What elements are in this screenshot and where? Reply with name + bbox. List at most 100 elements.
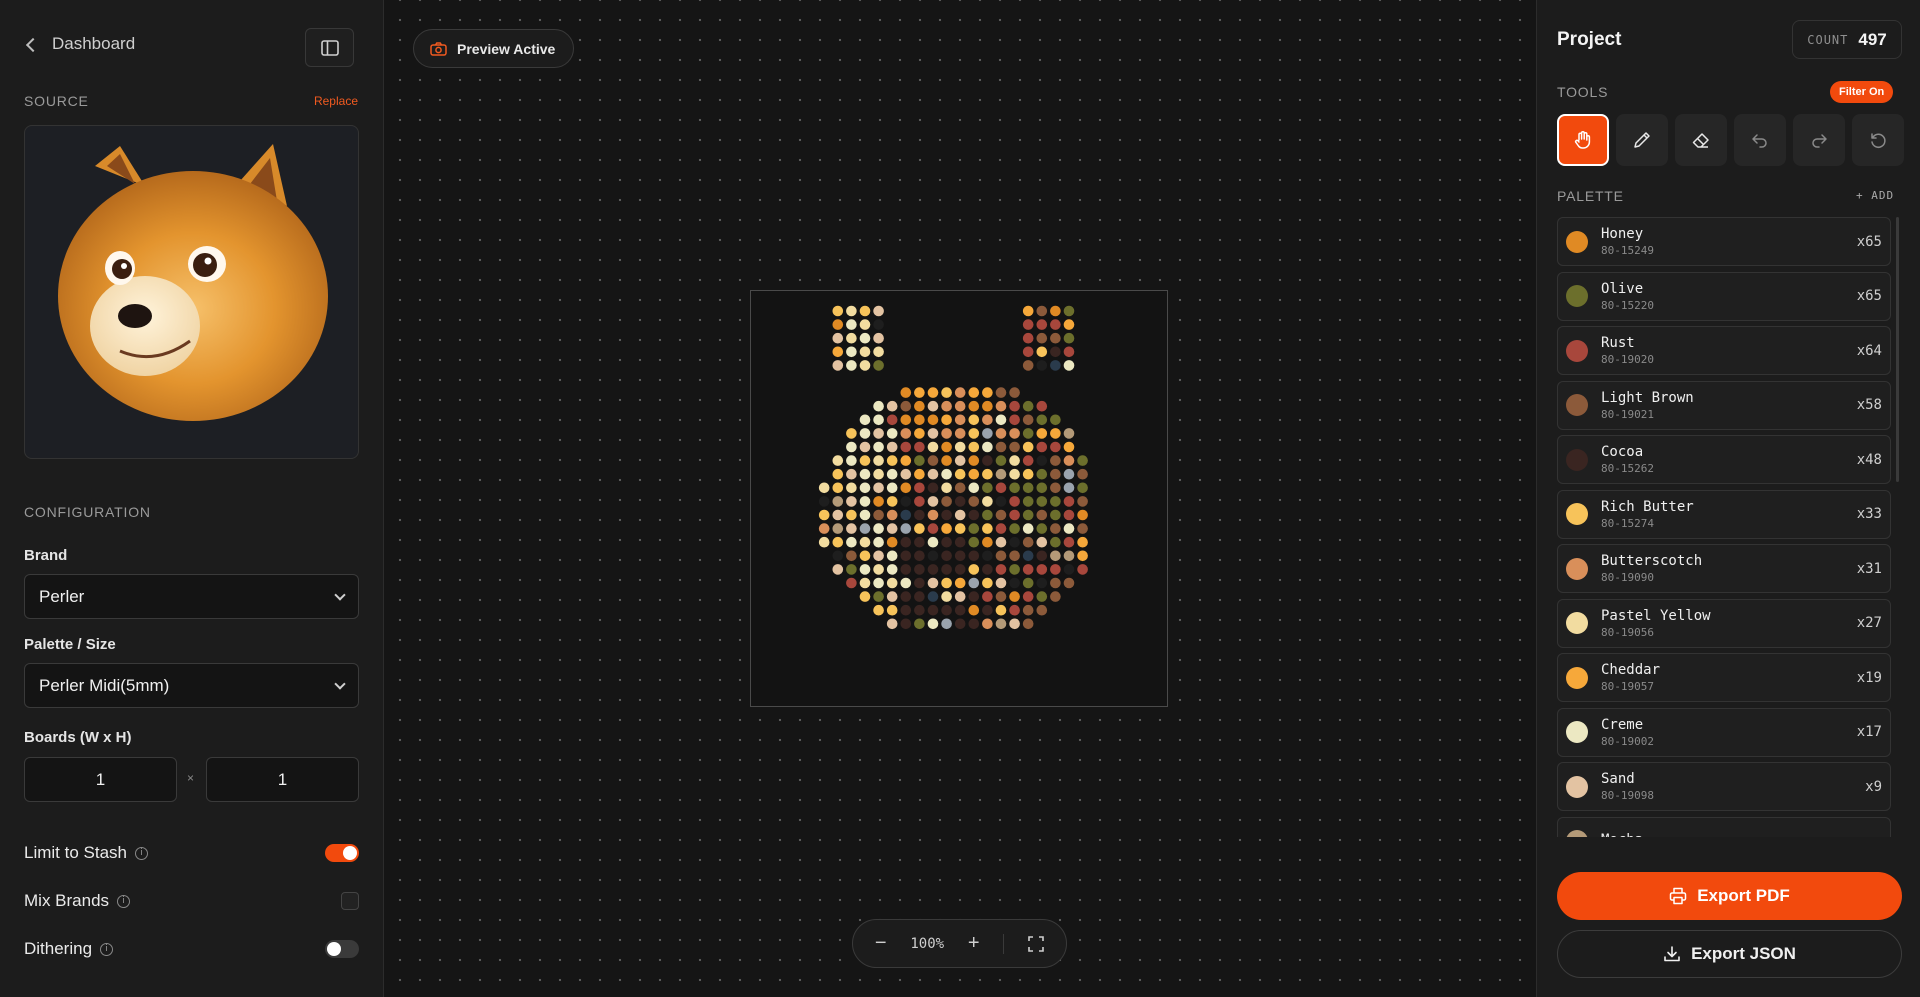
bead[interactable] [1063, 332, 1075, 344]
bead[interactable] [941, 564, 952, 575]
bead[interactable] [927, 414, 939, 426]
bead[interactable] [1022, 604, 1034, 616]
bead[interactable] [873, 428, 884, 439]
bead[interactable] [914, 428, 925, 439]
bead[interactable] [886, 523, 898, 534]
mix-brands-checkbox[interactable] [341, 892, 359, 910]
bead[interactable] [982, 428, 993, 439]
bead[interactable] [968, 441, 980, 453]
bead[interactable] [941, 536, 952, 548]
bead[interactable] [873, 496, 884, 507]
bead[interactable] [846, 482, 857, 494]
bead[interactable] [846, 536, 857, 548]
bead[interactable] [900, 591, 912, 602]
bead[interactable] [1022, 482, 1034, 494]
bead[interactable] [995, 564, 1007, 575]
palette-item[interactable]: Butterscotch 80-19090 x31 [1557, 544, 1891, 593]
replace-source-link[interactable]: Replace [314, 94, 358, 108]
bead[interactable] [982, 387, 993, 398]
palette-list[interactable]: Honey 80-15249 x65 Olive 80-15220 x65 Rust 80-1… [1557, 217, 1891, 837]
bead[interactable] [900, 400, 912, 412]
bead[interactable] [900, 455, 912, 466]
bead[interactable] [1063, 482, 1075, 494]
bead[interactable] [886, 414, 898, 426]
bead[interactable] [968, 400, 980, 412]
bead[interactable] [927, 564, 939, 575]
export-pdf-button[interactable]: Export PDF [1557, 872, 1902, 920]
bead[interactable] [873, 509, 884, 521]
bead[interactable] [1022, 428, 1034, 439]
bead[interactable] [1077, 455, 1088, 466]
bead[interactable] [886, 604, 898, 616]
bead[interactable] [954, 550, 966, 562]
bead[interactable] [900, 482, 912, 494]
bead[interactable] [1063, 360, 1075, 371]
bead[interactable] [846, 509, 857, 521]
bead[interactable] [982, 441, 993, 453]
bead[interactable] [859, 346, 871, 358]
bead[interactable] [1022, 346, 1034, 358]
bead[interactable] [1022, 564, 1034, 575]
bead[interactable] [1022, 414, 1034, 426]
bead[interactable] [995, 536, 1007, 548]
bead[interactable] [941, 591, 952, 602]
palette-item[interactable]: Light Brown 80-19021 x58 [1557, 380, 1891, 430]
bead[interactable] [941, 428, 952, 439]
bead[interactable] [859, 305, 871, 317]
bead[interactable] [886, 618, 898, 630]
bead[interactable] [818, 496, 830, 507]
bead[interactable] [968, 618, 980, 630]
bead[interactable] [900, 468, 912, 480]
eraser-tool-button[interactable] [1675, 114, 1727, 166]
bead[interactable] [873, 482, 884, 494]
bead[interactable] [1022, 536, 1034, 548]
bead[interactable] [1009, 441, 1020, 453]
bead[interactable] [832, 564, 844, 575]
bead[interactable] [941, 387, 952, 398]
bead[interactable] [873, 591, 884, 602]
bead[interactable] [859, 441, 871, 453]
bead[interactable] [1009, 577, 1020, 589]
back-to-dashboard-link[interactable]: Dashboard [25, 34, 135, 54]
bead[interactable] [846, 468, 857, 480]
bead[interactable] [1022, 496, 1034, 507]
bead[interactable] [846, 319, 857, 330]
bead[interactable] [1050, 455, 1061, 466]
bead[interactable] [1009, 509, 1020, 521]
bead[interactable] [914, 604, 925, 616]
bead[interactable] [954, 536, 966, 548]
bead[interactable] [1009, 591, 1020, 602]
bead[interactable] [968, 482, 980, 494]
bead[interactable] [1063, 496, 1075, 507]
bead[interactable] [846, 346, 857, 358]
bead[interactable] [927, 550, 939, 562]
export-json-button[interactable]: Export JSON [1557, 930, 1902, 978]
bead[interactable] [995, 387, 1007, 398]
bead[interactable] [914, 618, 925, 630]
bead[interactable] [1009, 536, 1020, 548]
bead[interactable] [832, 509, 844, 521]
bead[interactable] [995, 509, 1007, 521]
bead[interactable] [1022, 400, 1034, 412]
bead[interactable] [873, 577, 884, 589]
bead[interactable] [886, 509, 898, 521]
bead[interactable] [832, 332, 844, 344]
bead[interactable] [859, 360, 871, 371]
bead[interactable] [1077, 468, 1088, 480]
bead[interactable] [954, 564, 966, 575]
bead[interactable] [927, 577, 939, 589]
bead[interactable] [900, 496, 912, 507]
bead[interactable] [886, 441, 898, 453]
bead[interactable] [1022, 577, 1034, 589]
bead[interactable] [914, 414, 925, 426]
bead[interactable] [1050, 550, 1061, 562]
bead[interactable] [846, 577, 857, 589]
bead[interactable] [941, 577, 952, 589]
bead[interactable] [900, 577, 912, 589]
bead[interactable] [982, 550, 993, 562]
bead[interactable] [818, 523, 830, 534]
bead[interactable] [1036, 509, 1048, 521]
palette-scrollbar[interactable] [1896, 217, 1899, 482]
bead[interactable] [1063, 577, 1075, 589]
bead[interactable] [859, 496, 871, 507]
